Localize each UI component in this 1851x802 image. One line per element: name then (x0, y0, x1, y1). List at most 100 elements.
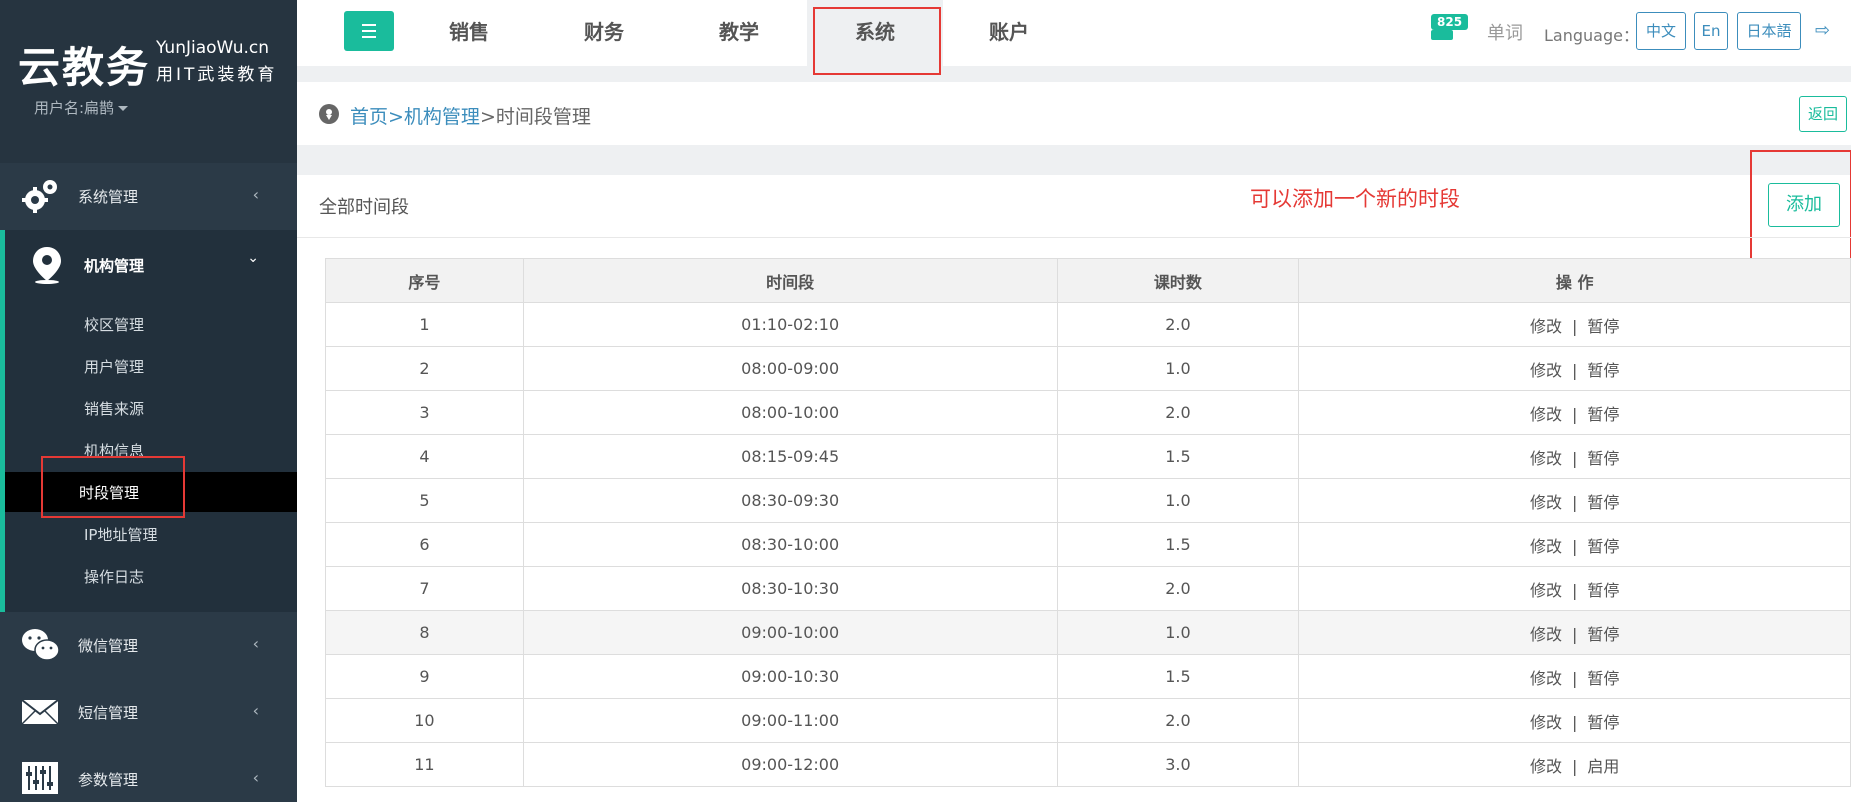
sidebar-item-label: 短信管理 (78, 704, 139, 722)
tab-account[interactable]: 账户 (941, 0, 1077, 66)
time-period: 08:00-10:00 (522, 390, 1058, 435)
tab-sales[interactable]: 销售 (401, 0, 537, 66)
class-hours: 1.5 (1056, 522, 1300, 567)
envelope-icon (21, 699, 59, 725)
top-navbar: 销售 财务 教学 系统 账户 825 单词 Language： 中文 En 日本… (297, 0, 1851, 75)
row-number: 4 (325, 434, 524, 479)
row-actions: 修改 | 暂停 (1298, 522, 1851, 567)
row-actions: 修改 | 暂停 (1298, 390, 1851, 435)
time-period: 09:00-10:00 (522, 610, 1058, 655)
table-row: 10 09:00-11:00 2.0 修改 | 暂停 (325, 698, 1851, 743)
sub-label: 销售来源 (84, 400, 145, 418)
row-number: 2 (325, 346, 524, 391)
logo: 云教务 (18, 43, 151, 92)
edit-link[interactable]: 修改 (1530, 713, 1562, 732)
sidebar-subitem-campus[interactable]: 校区管理 (10, 304, 302, 344)
class-hours: 1.0 (1056, 478, 1300, 523)
time-period: 09:00-12:00 (522, 742, 1058, 787)
user-label: 用户名:扁鹊 (34, 99, 115, 117)
logo-domain: YunJiaoWu.cn (156, 38, 270, 58)
table-row: 8 09:00-10:00 1.0 修改 | 暂停 (325, 610, 1851, 655)
words-link[interactable]: 单词 (1487, 19, 1523, 45)
sidebar-subitem-users[interactable]: 用户管理 (10, 346, 302, 386)
sidebar-item-label: 系统管理 (78, 188, 139, 206)
row-number: 9 (325, 654, 524, 699)
time-period: 08:30-10:30 (522, 566, 1058, 611)
table-row: 7 08:30-10:30 2.0 修改 | 暂停 (325, 566, 1851, 611)
edit-link[interactable]: 修改 (1530, 757, 1562, 776)
sidebar-item-system[interactable]: 系统管理 ‹ (0, 163, 297, 230)
sidebar-item-wechat[interactable]: 微信管理 ‹ (0, 612, 297, 679)
toggle-status-link[interactable]: 暂停 (1587, 449, 1619, 468)
class-hours: 1.5 (1056, 434, 1300, 479)
edit-link[interactable]: 修改 (1530, 493, 1562, 512)
separator: | (1571, 536, 1578, 556)
separator: | (1571, 492, 1578, 512)
back-button[interactable]: 返回 (1799, 96, 1847, 132)
row-number: 7 (325, 566, 524, 611)
column-header: 序号 (325, 258, 524, 303)
toggle-status-link[interactable]: 暂停 (1587, 669, 1619, 688)
class-hours: 2.0 (1056, 698, 1300, 743)
row-number: 6 (325, 522, 524, 567)
edit-link[interactable]: 修改 (1530, 625, 1562, 644)
row-number: 8 (325, 610, 524, 655)
chevron-left-icon: ‹ (252, 185, 259, 204)
row-actions: 修改 | 暂停 (1298, 434, 1851, 479)
sidebar-item-org[interactable]: 机构管理 ⌄ (5, 230, 297, 300)
toggle-status-link[interactable]: 暂停 (1587, 493, 1619, 512)
row-actions: 修改 | 暂停 (1298, 610, 1851, 655)
lang-en-button[interactable]: En (1694, 12, 1728, 50)
toggle-status-link[interactable]: 暂停 (1587, 361, 1619, 380)
breadcrumb: 首页>机构管理>时间段管理 (350, 102, 591, 129)
logout-icon[interactable]: ⇨ (1815, 20, 1830, 41)
user-menu[interactable]: 用户名:扁鹊 (34, 97, 129, 118)
table-row: 4 08:15-09:45 1.5 修改 | 暂停 (325, 434, 1851, 479)
table-row: 5 08:30-09:30 1.0 修改 | 暂停 (325, 478, 1851, 523)
edit-link[interactable]: 修改 (1530, 537, 1562, 556)
toggle-status-link[interactable]: 启用 (1587, 757, 1619, 776)
tab-teaching[interactable]: 教学 (671, 0, 807, 66)
annotation-box (813, 7, 941, 75)
annotation-text: 可以添加一个新的时段 (1250, 187, 1460, 211)
separator: | (1571, 624, 1578, 644)
time-period: 09:00-11:00 (522, 698, 1058, 743)
toggle-status-link[interactable]: 暂停 (1587, 537, 1619, 556)
sidebar-subitem-ip[interactable]: IP地址管理 (10, 514, 302, 554)
edit-link[interactable]: 修改 (1530, 405, 1562, 424)
language-label: Language： (1544, 26, 1639, 45)
edit-link[interactable]: 修改 (1530, 317, 1562, 336)
lang-ja-button[interactable]: 日本語 (1737, 12, 1801, 50)
sidebar-item-params[interactable]: 参数管理 ‹ (0, 746, 297, 802)
logo-area: 云教务 YunJiaoWu.cn 用IT武装教育 用户名:扁鹊 (0, 0, 297, 163)
sidebar-subitem-sales-source[interactable]: 销售来源 (10, 388, 302, 428)
tab-finance[interactable]: 财务 (536, 0, 672, 66)
toggle-status-link[interactable]: 暂停 (1587, 625, 1619, 644)
edit-link[interactable]: 修改 (1530, 361, 1562, 380)
edit-link[interactable]: 修改 (1530, 581, 1562, 600)
edit-link[interactable]: 修改 (1530, 669, 1562, 688)
table-row: 6 08:30-10:00 1.5 修改 | 暂停 (325, 522, 1851, 567)
row-number: 11 (325, 742, 524, 787)
time-period: 01:10-02:10 (522, 302, 1058, 347)
breadcrumb-current: >时间段管理 (479, 106, 591, 128)
sidebar-item-sms[interactable]: 短信管理 ‹ (0, 679, 297, 746)
row-actions: 修改 | 暂停 (1298, 478, 1851, 523)
annotation-box (1750, 150, 1851, 262)
sub-label: 校区管理 (84, 316, 145, 334)
toggle-status-link[interactable]: 暂停 (1587, 713, 1619, 732)
notification-badge: 825 (1431, 14, 1469, 30)
toggle-status-link[interactable]: 暂停 (1587, 317, 1619, 336)
toggle-status-link[interactable]: 暂停 (1587, 581, 1619, 600)
lang-zh-button[interactable]: 中文 (1636, 12, 1686, 50)
row-actions: 修改 | 暂停 (1298, 654, 1851, 699)
menu-toggle-button[interactable] (344, 11, 394, 51)
column-header: 课时数 (1056, 258, 1300, 303)
breadcrumb-home[interactable]: 首页 (350, 106, 388, 128)
breadcrumb-parent[interactable]: >机构管理 (388, 106, 480, 128)
toggle-status-link[interactable]: 暂停 (1587, 405, 1619, 424)
edit-link[interactable]: 修改 (1530, 449, 1562, 468)
column-header: 操 作 (1298, 258, 1851, 303)
logo-slogan: 用IT武装教育 (156, 65, 278, 85)
sidebar-subitem-logs[interactable]: 操作日志 (10, 556, 302, 596)
